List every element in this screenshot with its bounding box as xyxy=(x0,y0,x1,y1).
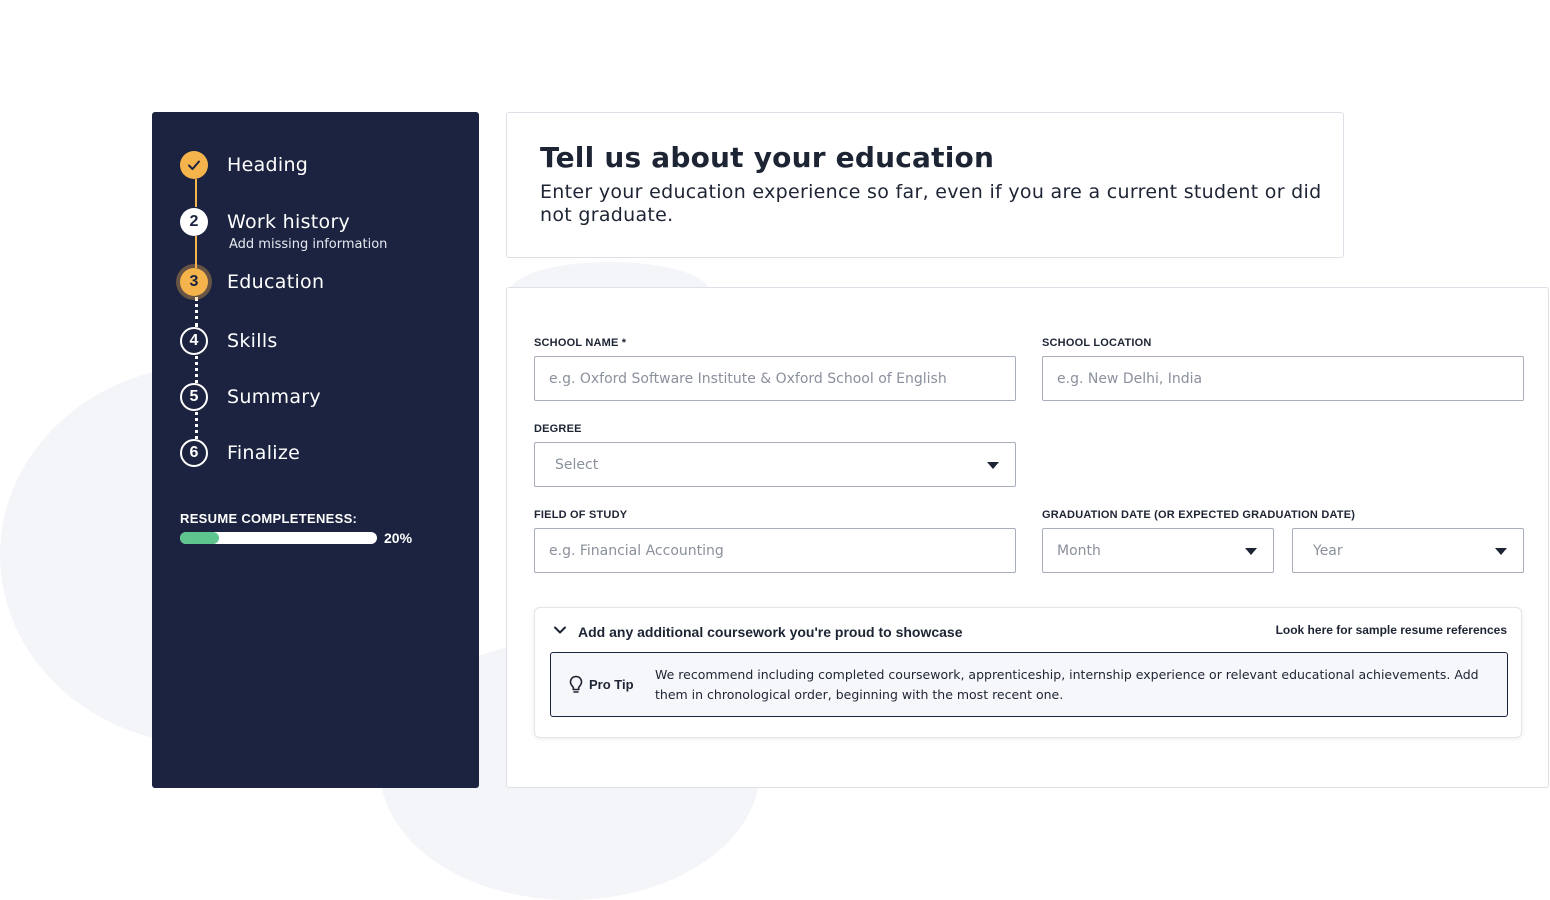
school-location-label: SCHOOL LOCATION xyxy=(1042,337,1152,349)
step-label: Education xyxy=(227,271,325,293)
field-of-study-label: FIELD OF STUDY xyxy=(534,509,628,521)
step-connector xyxy=(195,179,197,207)
degree-label: DEGREE xyxy=(534,423,582,435)
caret-down-icon xyxy=(1495,548,1507,555)
progress-sidebar: Heading 2 Work history Add missing infor… xyxy=(152,112,479,788)
page-title: Tell us about your education xyxy=(540,141,995,174)
chevron-down-icon[interactable] xyxy=(553,622,567,641)
step-work-history[interactable]: 2 Work history xyxy=(180,208,350,236)
completeness-bar xyxy=(180,532,377,544)
step-label: Work history xyxy=(227,211,351,233)
school-name-label: SCHOOL NAME * xyxy=(534,337,627,349)
education-form: SCHOOL NAME * SCHOOL LOCATION DEGREE Sel… xyxy=(506,287,1549,788)
degree-select[interactable]: Select xyxy=(534,442,1016,487)
step-number: 3 xyxy=(180,268,208,296)
step-summary[interactable]: 5 Summary xyxy=(180,383,321,411)
step-label: Finalize xyxy=(227,442,301,464)
degree-select-value: Select xyxy=(555,456,599,473)
caret-down-icon xyxy=(1245,548,1257,555)
caret-down-icon xyxy=(987,462,999,469)
step-connector xyxy=(195,356,198,383)
pro-tip-box: Pro Tip We recommend including completed… xyxy=(550,652,1508,717)
step-connector xyxy=(195,412,198,439)
step-label: Summary xyxy=(227,386,321,408)
step-number: 5 xyxy=(180,383,208,411)
coursework-section: Add any additional coursework you're pro… xyxy=(534,607,1522,738)
step-connector xyxy=(195,297,198,327)
step-number: 6 xyxy=(180,439,208,467)
step-label: Heading xyxy=(227,154,309,176)
graduation-year-select[interactable]: Year xyxy=(1292,528,1524,573)
step-sub-label[interactable]: Add missing information xyxy=(229,237,387,252)
step-number: 4 xyxy=(180,327,208,355)
header-card: Tell us about your education Enter your … xyxy=(506,112,1344,258)
school-name-input[interactable] xyxy=(534,356,1016,401)
year-select-value: Year xyxy=(1313,542,1343,559)
graduation-date-label: GRADUATION DATE (OR EXPECTED GRADUATION … xyxy=(1042,509,1356,521)
step-heading[interactable]: Heading xyxy=(180,151,308,179)
sample-references-link[interactable]: Look here for sample resume references xyxy=(1276,623,1507,637)
school-location-input[interactable] xyxy=(1042,356,1524,401)
check-icon xyxy=(180,151,208,179)
page-subtitle: Enter your education experience so far, … xyxy=(540,181,1322,226)
month-select-value: Month xyxy=(1057,542,1101,559)
pro-tip-text: We recommend including completed coursew… xyxy=(655,667,1479,702)
field-of-study-input[interactable] xyxy=(534,528,1016,573)
completeness-label: RESUME COMPLETENESS: xyxy=(180,511,358,526)
graduation-month-select[interactable]: Month xyxy=(1042,528,1274,573)
step-education[interactable]: 3 Education xyxy=(180,268,324,296)
coursework-toggle[interactable]: Add any additional coursework you're pro… xyxy=(578,624,963,640)
completeness-bar-fill xyxy=(180,532,220,544)
lightbulb-icon xyxy=(569,675,583,699)
step-skills[interactable]: 4 Skills xyxy=(180,327,278,355)
completeness-percent: 20% xyxy=(384,530,413,546)
step-connector xyxy=(195,236,197,268)
pro-tip-label: Pro Tip xyxy=(589,677,634,692)
step-finalize[interactable]: 6 Finalize xyxy=(180,439,300,467)
step-number: 2 xyxy=(180,208,208,236)
step-label: Skills xyxy=(227,330,278,352)
